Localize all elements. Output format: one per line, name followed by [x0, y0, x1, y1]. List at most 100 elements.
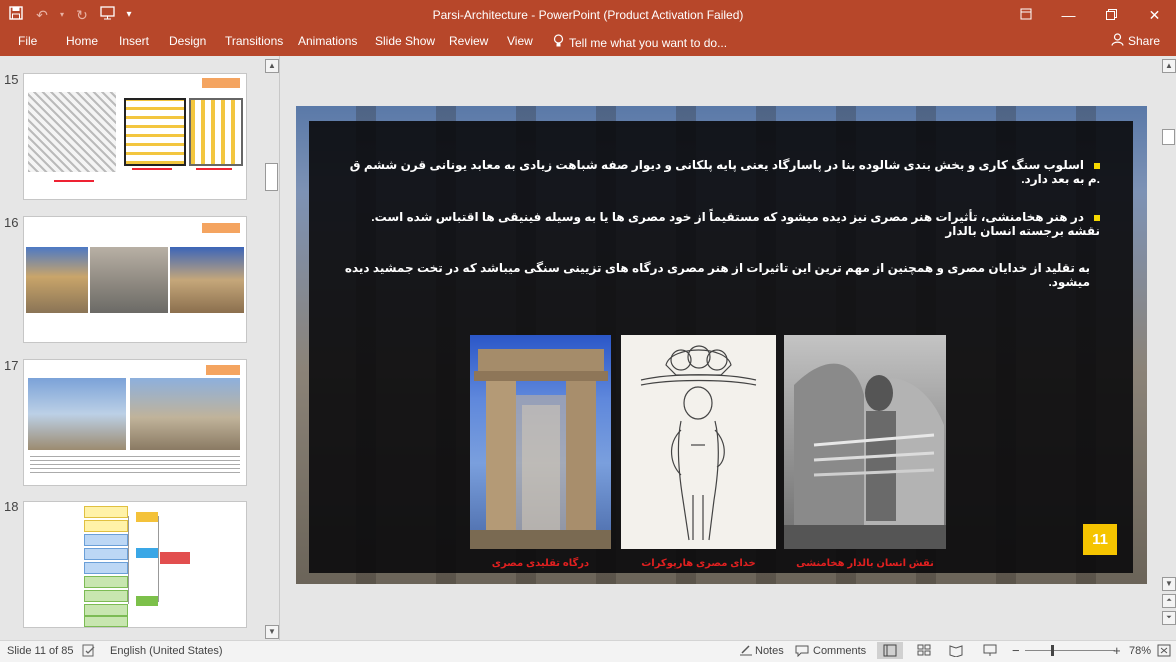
bullet-text: در هنر هخامنشی، تأثیرات هنر مصری نیز دید…	[371, 210, 1100, 238]
thumb-image	[26, 247, 88, 313]
thumb-image	[189, 98, 243, 166]
doorway-photo[interactable]	[470, 335, 611, 549]
thumb-title-box	[202, 223, 240, 233]
zoom-in-icon[interactable]: +	[1113, 643, 1121, 658]
thumb-box	[84, 590, 128, 602]
status-bar: Slide 11 of 85 English (United States) N…	[0, 640, 1176, 662]
slide-scrollbar[interactable]: ▲ ▼ ⏶ ⏷	[1160, 56, 1176, 640]
scroll-up-arrow-icon[interactable]: ▲	[1162, 59, 1176, 73]
thumb-box	[84, 506, 128, 518]
slide-content-panel: اسلوب سنگ کاری و بخش بندی شالوده بنا در …	[309, 121, 1133, 573]
tab-slide-show[interactable]: Slide Show	[373, 34, 437, 48]
minimize-icon[interactable]: —	[1047, 0, 1090, 30]
bullet-text-1: اسلوب سنگ کاری و بخش بندی شالوده بنا در …	[340, 158, 1100, 186]
slideshow-view-icon[interactable]	[983, 644, 997, 660]
notes-icon	[739, 644, 753, 660]
thumb-box	[84, 576, 128, 588]
next-slide-icon[interactable]: ⏷	[1162, 611, 1176, 625]
thumbnail-number: 16	[4, 215, 19, 230]
title-bar: ↶ ▾ ↻ ▾ Parsi-Architecture - PowerPoint …	[0, 0, 1176, 30]
slide-number-badge: 11	[1083, 524, 1117, 555]
ribbon-display-icon[interactable]	[1004, 0, 1047, 30]
thumb-image	[170, 247, 244, 313]
lightbulb-icon	[553, 34, 564, 51]
harpocrates-drawing[interactable]	[621, 335, 776, 549]
thumb-box	[84, 562, 128, 574]
language-indicator[interactable]: English (United States)	[110, 645, 223, 657]
bullet-square-icon	[1094, 214, 1100, 221]
scroll-down-arrow-icon[interactable]: ▼	[265, 625, 279, 639]
tab-review[interactable]: Review	[447, 34, 490, 48]
thumb-image	[28, 92, 116, 172]
slide-sorter-icon[interactable]	[917, 644, 931, 660]
thumb-image	[130, 378, 240, 450]
fit-slide-icon[interactable]	[1157, 644, 1171, 660]
tell-me-box[interactable]: Tell me what you want to do...	[553, 34, 727, 51]
notes-button[interactable]: Notes	[755, 645, 784, 657]
window-controls: — ✕	[1004, 0, 1176, 30]
thumb-box	[84, 520, 128, 532]
thumb-box	[136, 548, 158, 558]
comments-button[interactable]: Comments	[813, 645, 866, 657]
thumb-box	[84, 604, 128, 616]
thumb-connector	[128, 516, 129, 604]
thumb-box	[136, 596, 158, 606]
tab-animations[interactable]: Animations	[296, 34, 359, 48]
slide-thumbnail[interactable]	[23, 359, 247, 486]
share-label: Share	[1127, 34, 1160, 48]
thumb-box	[84, 548, 128, 560]
image-caption: درگاه تقلیدی مصری	[491, 558, 590, 569]
maximize-icon[interactable]	[1090, 0, 1133, 30]
thumb-caption	[196, 168, 232, 170]
zoom-slider-thumb[interactable]	[1051, 645, 1054, 656]
tab-insert[interactable]: Insert	[117, 34, 151, 48]
scroll-down-arrow-icon[interactable]: ▼	[1162, 577, 1176, 591]
slide-thumbnail[interactable]	[23, 216, 247, 343]
spell-check-icon[interactable]	[82, 644, 96, 660]
image-caption: خدای مصری هارپوکرات	[641, 558, 756, 569]
slide-thumbnail-panel[interactable]: 15 16 17 18	[0, 56, 262, 640]
thumb-text	[30, 456, 240, 476]
thumb-title-box	[206, 365, 240, 375]
slide-counter: Slide 11 of 85	[7, 645, 74, 657]
bullet-text-2-continued: به تقلید از خدایان مصری و همچنین از مهم …	[344, 261, 1090, 289]
tab-file[interactable]: File	[16, 34, 39, 48]
normal-view-button[interactable]	[877, 642, 903, 659]
window-title: Parsi-Architecture - PowerPoint (Product…	[432, 8, 744, 22]
previous-slide-icon[interactable]: ⏶	[1162, 594, 1176, 608]
comments-icon	[795, 644, 809, 660]
thumb-image	[124, 98, 186, 166]
tab-transitions[interactable]: Transitions	[223, 34, 285, 48]
thumbnail-number: 18	[4, 499, 19, 514]
thumbnail-number: 15	[4, 72, 19, 87]
thumb-box	[136, 512, 158, 522]
scroll-thumb[interactable]	[265, 163, 278, 191]
bullet-square-icon	[1094, 162, 1100, 169]
person-icon	[1111, 33, 1124, 49]
scroll-thumb[interactable]	[1162, 129, 1175, 145]
zoom-level[interactable]: 78%	[1129, 645, 1151, 657]
tab-home[interactable]: Home	[64, 34, 100, 48]
winged-figure-photo[interactable]	[784, 335, 946, 549]
thumb-title-box	[202, 78, 240, 88]
thumbnail-scrollbar[interactable]: ▲ ▼	[263, 56, 279, 640]
zoom-slider[interactable]	[1025, 650, 1115, 651]
thumb-image	[28, 378, 126, 450]
ribbon-tabs: File Home Insert Design Transitions Anim…	[0, 30, 1176, 56]
reading-view-icon[interactable]	[949, 644, 963, 660]
thumb-caption	[132, 168, 172, 170]
current-slide[interactable]: اسلوب سنگ کاری و بخش بندی شالوده بنا در …	[296, 106, 1147, 584]
slide-thumbnail[interactable]	[23, 73, 247, 200]
thumb-box	[84, 534, 128, 546]
thumb-box	[84, 616, 128, 627]
zoom-out-icon[interactable]: −	[1012, 643, 1020, 658]
slide-thumbnail[interactable]	[23, 501, 247, 628]
scroll-up-arrow-icon[interactable]: ▲	[265, 59, 279, 73]
thumbnail-number: 17	[4, 358, 19, 373]
bullet-text-2: در هنر هخامنشی، تأثیرات هنر مصری نیز دید…	[340, 210, 1100, 238]
thumb-box	[160, 552, 190, 564]
close-icon[interactable]: ✕	[1133, 0, 1176, 30]
tab-design[interactable]: Design	[167, 34, 208, 48]
share-button[interactable]: Share	[1111, 33, 1160, 49]
tab-view[interactable]: View	[505, 34, 535, 48]
